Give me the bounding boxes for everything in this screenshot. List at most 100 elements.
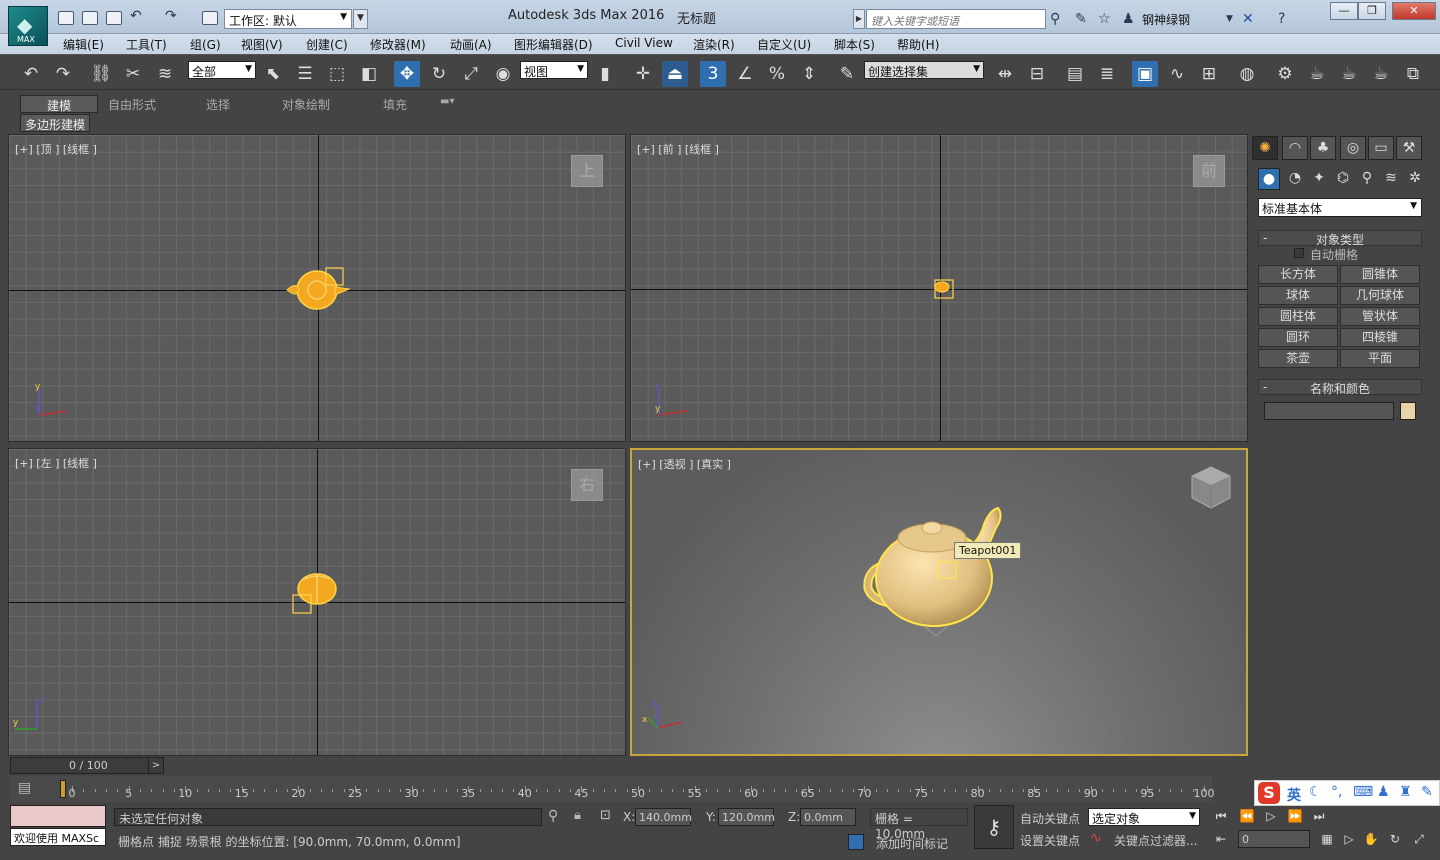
customize-quick-access-button[interactable]: ▼	[353, 9, 368, 29]
space-warps-icon[interactable]: ≋	[1380, 168, 1402, 190]
time-slider[interactable]: 0 / 100	[10, 757, 164, 774]
hierarchy-tab-icon[interactable]: ♣	[1310, 136, 1336, 160]
window-crossing-icon[interactable]: ◧	[356, 61, 382, 87]
viewcube[interactable]	[1188, 464, 1234, 513]
zoom-icon[interactable]: ▷	[1340, 830, 1358, 848]
menu-help[interactable]: 帮助(H)	[897, 36, 939, 53]
menu-graph-editors[interactable]: 图形编辑器(D)	[514, 36, 593, 53]
absolute-relative-toggle-icon[interactable]: ⊡	[600, 808, 611, 823]
select-and-link-icon[interactable]: ⛓	[88, 61, 114, 87]
angle-snap-icon[interactable]: ∠	[732, 61, 758, 87]
binoculars-icon[interactable]: ⚲	[1050, 11, 1060, 27]
selection-filter-dropdown[interactable]: 全部 ▼	[188, 61, 256, 79]
viewport-label[interactable]: [+] [透视 ] [真实 ]	[638, 456, 731, 472]
y-coordinate-input[interactable]: 120.0mm	[718, 808, 775, 826]
teapot-object[interactable]	[289, 569, 343, 618]
viewport-label[interactable]: [+] [左 ] [线框 ]	[15, 455, 97, 471]
teapot-object[interactable]	[285, 265, 357, 316]
selection-lock-icon[interactable]: 🔒︎	[574, 808, 581, 823]
cylinder-button[interactable]: 圆柱体	[1258, 307, 1338, 326]
percent-snap-icon[interactable]: %	[764, 61, 790, 87]
object-color-swatch[interactable]	[1400, 402, 1416, 420]
skin-icon[interactable]: ♜	[1399, 784, 1412, 800]
play-icon[interactable]: ▷	[1262, 807, 1280, 825]
workspace-dropdown[interactable]: 工作区: 默认 ▼	[224, 9, 352, 29]
viewcube[interactable]: 右	[571, 469, 603, 501]
plane-button[interactable]: 平面	[1340, 349, 1420, 368]
previous-frame-icon[interactable]: ⏪	[1238, 807, 1256, 825]
exchange-apps-icon[interactable]: ✕	[1242, 11, 1254, 27]
viewport-top[interactable]: [+] [顶 ] [线框 ] 上 yx	[8, 134, 626, 442]
x-coordinate-input[interactable]: 140.0mm	[635, 808, 692, 826]
systems-icon[interactable]: ✲	[1404, 168, 1426, 190]
favorites-star-icon[interactable]: ☆	[1098, 11, 1111, 27]
teapot-button[interactable]: 茶壶	[1258, 349, 1338, 368]
auto-grid-checkbox[interactable]	[1294, 248, 1304, 258]
shapes-icon[interactable]: ◔	[1284, 168, 1306, 190]
menu-scripting[interactable]: 脚本(S)	[834, 36, 875, 53]
edit-named-selection-icon[interactable]: ✎	[834, 61, 860, 87]
motion-tab-icon[interactable]: ◎	[1340, 136, 1366, 160]
pivot-center-icon[interactable]: ▮	[592, 61, 618, 87]
sogou-logo[interactable]: S	[1258, 782, 1280, 804]
viewport-perspective[interactable]: [+] [透视 ] [真实 ] Teapot001 zx	[630, 448, 1248, 756]
time-tag-icon[interactable]	[848, 834, 864, 850]
keyboard-icon[interactable]: ⌨	[1353, 784, 1373, 800]
display-tab-icon[interactable]: ▭	[1368, 136, 1394, 160]
sphere-button[interactable]: 球体	[1258, 286, 1338, 305]
menu-civil-view[interactable]: Civil View	[615, 36, 673, 50]
helpers-icon[interactable]: ⚲	[1356, 168, 1378, 190]
modify-tab-icon[interactable]: ◠	[1282, 136, 1308, 160]
tube-button[interactable]: 管状体	[1340, 307, 1420, 326]
ribbon-tab-selection[interactable]: 选择	[200, 95, 236, 113]
layer-manager-icon[interactable]: ≣	[1094, 61, 1120, 87]
create-tab-icon[interactable]: ✺	[1252, 136, 1278, 160]
menu-views[interactable]: 视图(V)	[241, 36, 283, 53]
align-icon[interactable]: ⊟	[1024, 61, 1050, 87]
key-mode-dropdown[interactable]: 选定对象 ▼	[1088, 808, 1200, 826]
select-and-rotate-icon[interactable]: ↻	[426, 61, 452, 87]
key-mode-toggle-icon[interactable]: ⇤	[1212, 830, 1230, 848]
select-manipulate-icon[interactable]: ✛	[630, 61, 656, 87]
render-setup-icon[interactable]: ⚙	[1272, 61, 1298, 87]
cone-button[interactable]: 圆锥体	[1340, 265, 1420, 284]
maxscript-mini-listener[interactable]	[10, 805, 106, 827]
render-in-cloud-icon[interactable]: ⧉	[1400, 61, 1426, 87]
isolate-selection-icon[interactable]: ⚲	[548, 808, 558, 824]
ribbon-polygon-modeling[interactable]: 多边形建模	[20, 114, 91, 132]
time-configuration-icon[interactable]: ▦	[1318, 830, 1336, 848]
ribbon-tab-modeling[interactable]: 建模	[20, 95, 98, 113]
maximize-button[interactable]: ❐	[1358, 2, 1386, 20]
communication-center-icon[interactable]: ✎	[1075, 11, 1087, 27]
key-icon[interactable]: ⚷	[974, 805, 1014, 849]
open-file-icon[interactable]	[82, 11, 98, 25]
menu-edit[interactable]: 编辑(E)	[63, 36, 104, 53]
go-to-end-icon[interactable]: ⏭	[1310, 807, 1328, 825]
search-expand-button[interactable]: ▶	[853, 9, 865, 29]
menu-group[interactable]: 组(G)	[190, 36, 221, 53]
maximize-viewport-icon[interactable]: ⤢	[1410, 830, 1428, 848]
orbit-icon[interactable]: ↻	[1386, 830, 1404, 848]
utilities-tab-icon[interactable]: ⚒	[1396, 136, 1422, 160]
welcome-text[interactable]: 欢迎使用 MAXSc	[10, 828, 106, 846]
search-input[interactable]: 键入关键字或短语	[866, 9, 1046, 29]
viewport-left[interactable]: [+] [左 ] [线框 ] 右 zy	[8, 448, 626, 756]
menu-modifiers[interactable]: 修改器(M)	[370, 36, 426, 53]
menu-rendering[interactable]: 渲染(R)	[693, 36, 735, 53]
rollout-name-and-color[interactable]: - 名称和颜色	[1258, 379, 1422, 396]
key-filters-button[interactable]: 关键点过滤器...	[1114, 832, 1197, 849]
select-by-name-icon[interactable]: ☰	[292, 61, 318, 87]
torus-button[interactable]: 圆环	[1258, 328, 1338, 347]
ribbon-options-icon[interactable]: ▬▾	[434, 95, 460, 113]
punctuation-icon[interactable]: °,	[1331, 784, 1342, 800]
box-button[interactable]: 长方体	[1258, 265, 1338, 284]
close-button[interactable]: ✕	[1392, 2, 1436, 20]
lights-icon[interactable]: ✦	[1308, 168, 1330, 190]
moon-icon[interactable]: ☾	[1309, 784, 1322, 800]
pan-view-icon[interactable]: ✋	[1362, 830, 1380, 848]
ribbon-toggle-icon[interactable]: ▣	[1132, 61, 1158, 87]
user-center-icon[interactable]: ♟	[1377, 784, 1390, 800]
undo-icon[interactable]: ↶	[130, 8, 142, 24]
geosphere-button[interactable]: 几何球体	[1340, 286, 1420, 305]
material-editor-icon[interactable]: ◍	[1234, 61, 1260, 87]
